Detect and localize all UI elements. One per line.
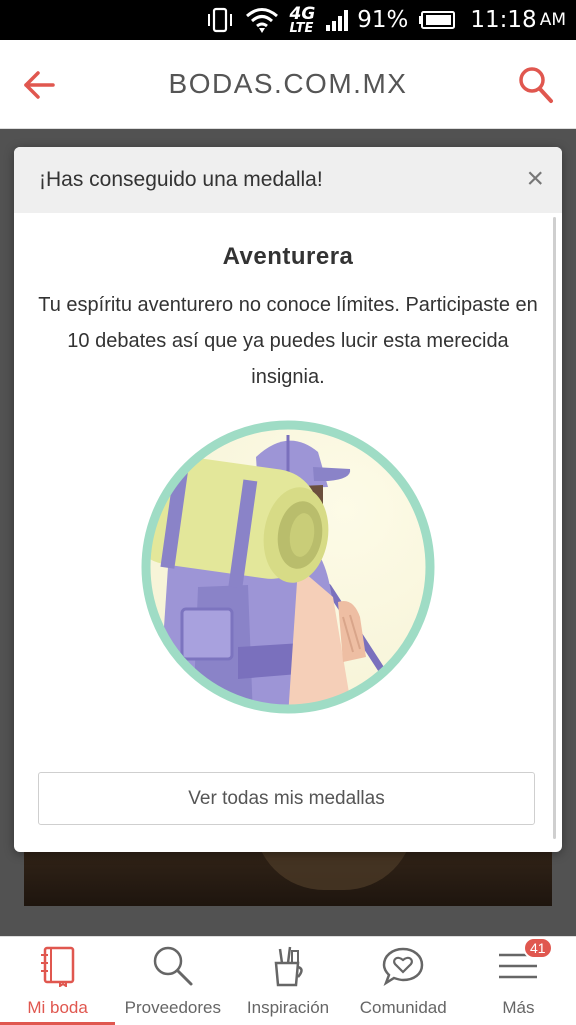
clock: 11:18 xyxy=(470,7,537,33)
view-all-medals-button[interactable]: Ver todas mis medallas xyxy=(38,772,535,825)
medal-badge-image xyxy=(138,417,438,722)
network-label: 4G xyxy=(289,3,316,24)
app-header: BODAS.COM.MX xyxy=(0,40,576,129)
nav-item-mi-boda[interactable]: Mi boda xyxy=(0,937,116,1025)
medal-dialog: ¡Has conseguido una medalla! × Aventurer… xyxy=(14,147,562,852)
search-icon[interactable] xyxy=(518,66,554,109)
network-sub-label: LTE xyxy=(289,20,314,36)
arrow-left-icon[interactable] xyxy=(22,68,56,107)
nav-item-comunidad[interactable]: Comunidad xyxy=(346,937,461,1025)
brushes-cup-icon xyxy=(268,945,308,992)
signal-icon xyxy=(325,9,351,31)
chat-heart-icon xyxy=(381,945,425,992)
status-bar: 4G LTE 91% 11:18 AM xyxy=(0,0,576,40)
close-icon[interactable]: × xyxy=(526,164,544,194)
nav-label-mi-boda: Mi boda xyxy=(27,998,88,1017)
dialog-title: ¡Has conseguido una medalla! xyxy=(39,168,323,191)
medal-name: Aventurera xyxy=(222,243,354,270)
bottom-navigation: Mi boda Proveedores Inspiración Comunida… xyxy=(0,936,576,1025)
network-type: 4G LTE xyxy=(289,3,316,36)
dialog-header: ¡Has conseguido una medalla! × xyxy=(14,147,562,213)
dialog-scrollbar[interactable] xyxy=(553,217,556,839)
notebook-icon xyxy=(38,945,78,992)
nav-label-mas: Más xyxy=(502,998,535,1017)
search-icon xyxy=(151,945,195,992)
clock-ampm: AM xyxy=(539,10,566,30)
nav-label-comunidad: Comunidad xyxy=(359,998,447,1017)
nav-label-inspiracion: Inspiración xyxy=(246,998,330,1017)
nav-label-proveedores: Proveedores xyxy=(124,998,221,1017)
battery-icon xyxy=(418,10,456,30)
nav-item-inspiracion[interactable]: Inspiración xyxy=(230,937,345,1025)
vibrate-icon xyxy=(205,7,235,33)
nav-item-proveedores[interactable]: Proveedores xyxy=(115,937,230,1025)
medal-description: Tu espíritu aventurero no conoce límites… xyxy=(38,294,538,388)
wifi-icon xyxy=(245,6,279,34)
battery-percent: 91% xyxy=(357,7,409,33)
page-title: BODAS.COM.MX xyxy=(168,68,408,99)
nav-item-mas[interactable]: 41 Más xyxy=(461,937,576,1025)
notification-badge: 41 xyxy=(522,937,553,959)
